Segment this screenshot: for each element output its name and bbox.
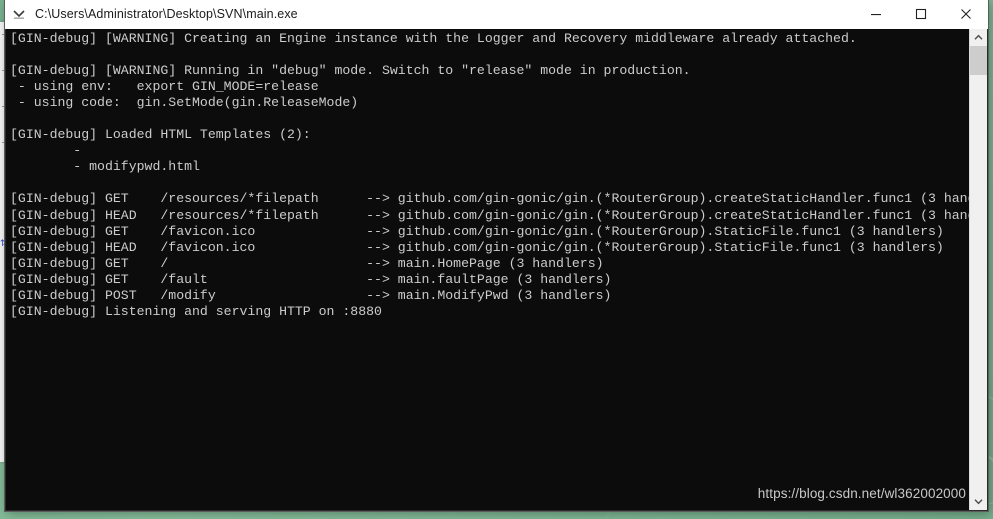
console-line: [GIN-debug] [WARNING] Creating an Engine…	[10, 31, 857, 46]
chevron-down-icon	[974, 499, 983, 505]
maximize-icon	[915, 8, 926, 20]
console-line: - using env: export GIN_MODE=release	[10, 79, 319, 95]
console-text: [GIN-debug] [WARNING] Creating an Engine…	[6, 29, 969, 510]
watermark: https://blog.csdn.net/wl362002000	[757, 486, 966, 501]
window-title: C:\Users\Administrator\Desktop\SVN\main.…	[35, 7, 298, 21]
close-button[interactable]	[943, 0, 988, 28]
desktop: ⇅ C:\Users\Administrator\Desktop\SVN\mai…	[0, 0, 993, 519]
maximize-button[interactable]	[898, 0, 943, 28]
console-line: [GIN-debug] POST /modify --> main.Modify…	[10, 287, 612, 303]
minimize-icon	[870, 14, 881, 16]
console-output-area[interactable]: [GIN-debug] [WARNING] Creating an Engine…	[5, 29, 988, 511]
console-app-icon	[5, 0, 33, 28]
title-bar[interactable]: C:\Users\Administrator\Desktop\SVN\main.…	[5, 0, 988, 29]
scroll-up-button[interactable]	[970, 29, 987, 46]
console-line: [GIN-debug] GET /resources/*filepath -->…	[10, 191, 969, 207]
close-icon	[960, 9, 971, 19]
console-line: [GIN-debug] HEAD /resources/*filepath --…	[10, 207, 969, 223]
console-line: [GIN-debug] HEAD /favicon.ico --> github…	[10, 239, 944, 255]
console-line: [GIN-debug] [WARNING] Running in "debug"…	[10, 63, 691, 79]
console-line: [GIN-debug] Loaded HTML Templates (2):	[10, 127, 311, 143]
console-line: - modifypwd.html	[10, 159, 200, 175]
console-window: C:\Users\Administrator\Desktop\SVN\main.…	[5, 0, 988, 511]
minimize-button[interactable]	[853, 0, 898, 28]
console-line: [GIN-debug] GET /favicon.ico --> github.…	[10, 223, 944, 239]
chevron-up-icon	[974, 34, 983, 40]
scrollbar-thumb[interactable]	[970, 46, 987, 75]
console-line: - using code: gin.SetMode(gin.ReleaseMod…	[10, 95, 359, 111]
console-line: [GIN-debug] Listening and serving HTTP o…	[10, 303, 382, 319]
console-line: -	[10, 143, 90, 159]
console-line: [GIN-debug] GET /fault --> main.faultPag…	[10, 271, 612, 287]
scroll-down-button[interactable]	[970, 493, 987, 510]
console-line: [GIN-debug] GET / --> main.HomePage (3 h…	[10, 255, 604, 271]
vertical-scrollbar[interactable]	[969, 29, 987, 510]
